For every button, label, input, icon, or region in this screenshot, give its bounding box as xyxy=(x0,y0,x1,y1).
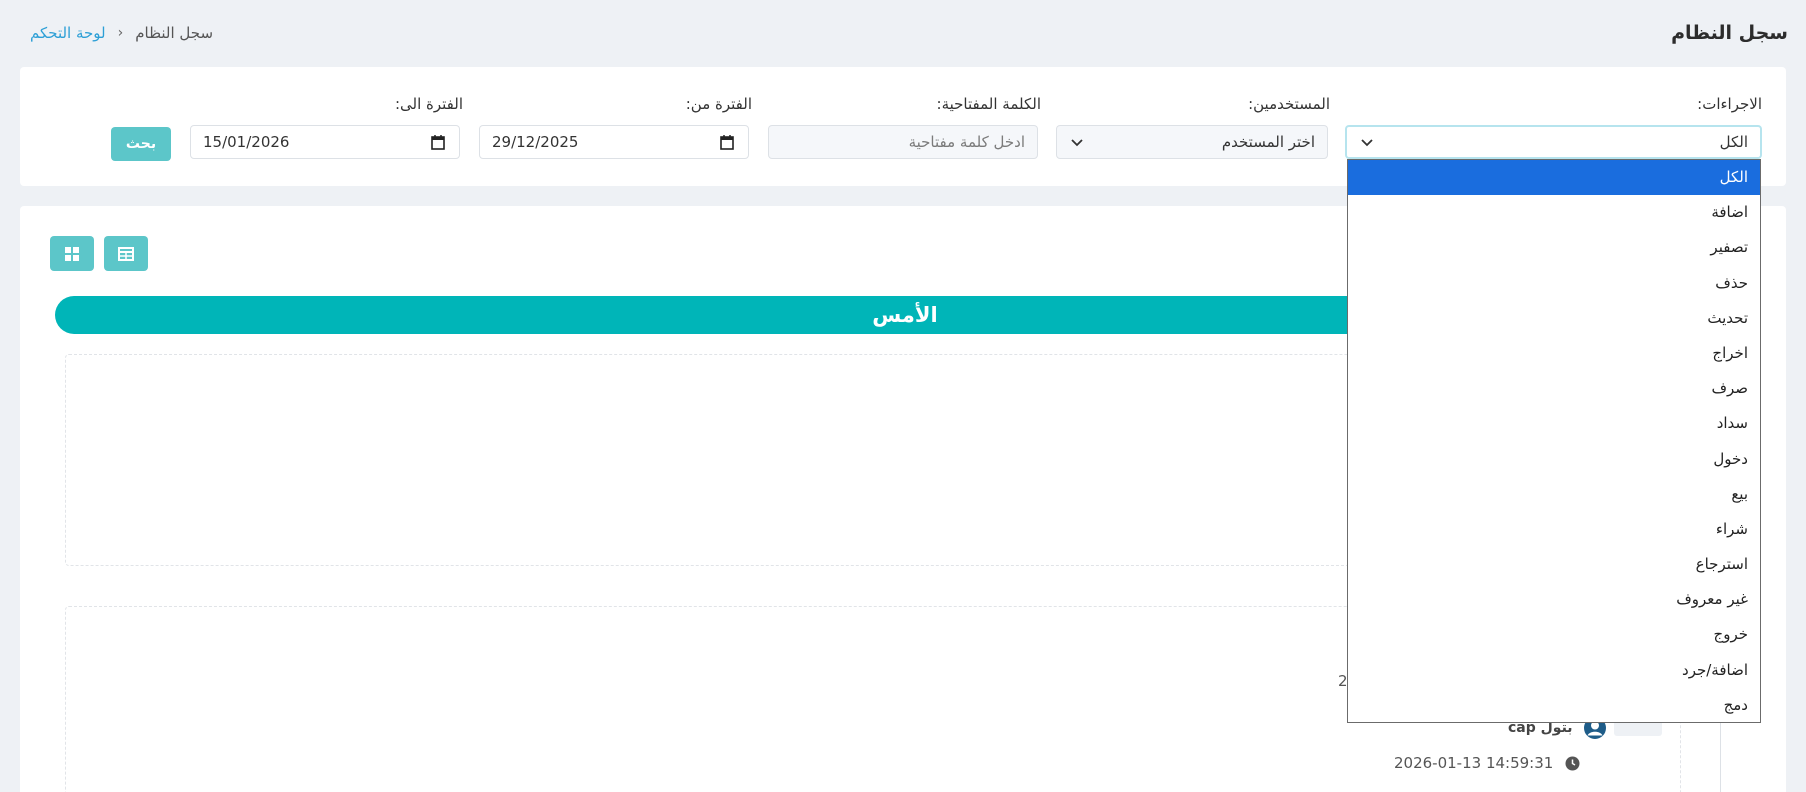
table-view-button[interactable] xyxy=(104,236,148,271)
dropdown-option[interactable]: شراء xyxy=(1348,512,1760,547)
date-to-value: 15/01/2026 xyxy=(203,133,290,151)
grid-view-button[interactable] xyxy=(50,236,94,271)
page-title: سجل النظام xyxy=(1671,22,1788,44)
dropdown-option[interactable]: اخراج xyxy=(1348,336,1760,371)
breadcrumb-dashboard-link[interactable]: لوحة التحكم xyxy=(30,24,106,42)
keyword-placeholder: ادخل كلمة مفتاحية xyxy=(908,133,1025,151)
calendar-icon[interactable] xyxy=(431,134,445,150)
dropdown-option[interactable]: صرف xyxy=(1348,371,1760,406)
actions-label: الاجراءات: xyxy=(1697,95,1762,113)
breadcrumb-separator: › xyxy=(117,25,124,41)
grid-view-icon xyxy=(65,246,79,261)
table-view-icon xyxy=(118,246,134,261)
dropdown-option[interactable]: اضافة xyxy=(1348,195,1760,230)
dropdown-option[interactable]: حذف xyxy=(1348,266,1760,301)
log-entry-timestamp: 2026-01-13 14:59:31 xyxy=(1394,754,1554,772)
dropdown-option[interactable]: استرجاع xyxy=(1348,547,1760,582)
log-entry-time: 2026-01-13 14:59:31 xyxy=(1394,754,1580,772)
actions-dropdown-menu: الكل اضافة تصفير حذف تحديث اخراج صرف سداد دخول بي… xyxy=(1347,159,1761,723)
users-label: المستخدمين: xyxy=(1248,95,1330,113)
date-to-input[interactable]: 15/01/2026 xyxy=(190,125,460,159)
calendar-icon[interactable] xyxy=(720,134,734,150)
dropdown-option[interactable]: تحديث xyxy=(1348,301,1760,336)
date-from-label: الفترة من: xyxy=(685,95,752,113)
dropdown-option[interactable]: غير معروف xyxy=(1348,582,1760,617)
clock-icon xyxy=(1565,756,1580,770)
chevron-down-icon xyxy=(1071,139,1083,147)
dropdown-option[interactable]: بيع xyxy=(1348,477,1760,512)
breadcrumb: لوحة التحكم › سجل النظام xyxy=(30,24,213,42)
page-header: لوحة التحكم › سجل النظام سجل النظام xyxy=(0,0,1806,66)
users-select[interactable]: اختر المستخدم xyxy=(1056,125,1328,159)
dropdown-option[interactable]: اضافة/جرد xyxy=(1348,653,1760,688)
keyword-input[interactable]: ادخل كلمة مفتاحية xyxy=(768,125,1038,159)
search-button[interactable]: بحث xyxy=(111,127,171,161)
chevron-down-icon xyxy=(1361,139,1373,147)
dropdown-option[interactable]: دمج xyxy=(1348,688,1760,723)
dropdown-option[interactable]: تصفير xyxy=(1348,230,1760,265)
actions-dropdown-list: الكل اضافة تصفير حذف تحديث اخراج صرف سداد دخول بي… xyxy=(1348,160,1760,723)
users-select-value: اختر المستخدم xyxy=(1221,133,1315,151)
date-from-value: 29/12/2025 xyxy=(492,133,579,151)
date-from-input[interactable]: 29/12/2025 xyxy=(479,125,749,159)
date-to-label: الفترة الى: xyxy=(394,95,463,113)
breadcrumb-current: سجل النظام xyxy=(135,24,214,42)
actions-select[interactable]: الكل xyxy=(1345,125,1762,159)
keyword-label: الكلمة المفتاحية: xyxy=(936,95,1041,113)
log-group xyxy=(65,354,1365,566)
dropdown-option[interactable]: الكل xyxy=(1348,160,1760,196)
actions-select-value: الكل xyxy=(1719,133,1748,151)
dropdown-option[interactable]: خروج xyxy=(1348,617,1760,652)
dropdown-option[interactable]: سداد xyxy=(1348,406,1760,441)
dropdown-option[interactable]: دخول xyxy=(1348,442,1760,477)
